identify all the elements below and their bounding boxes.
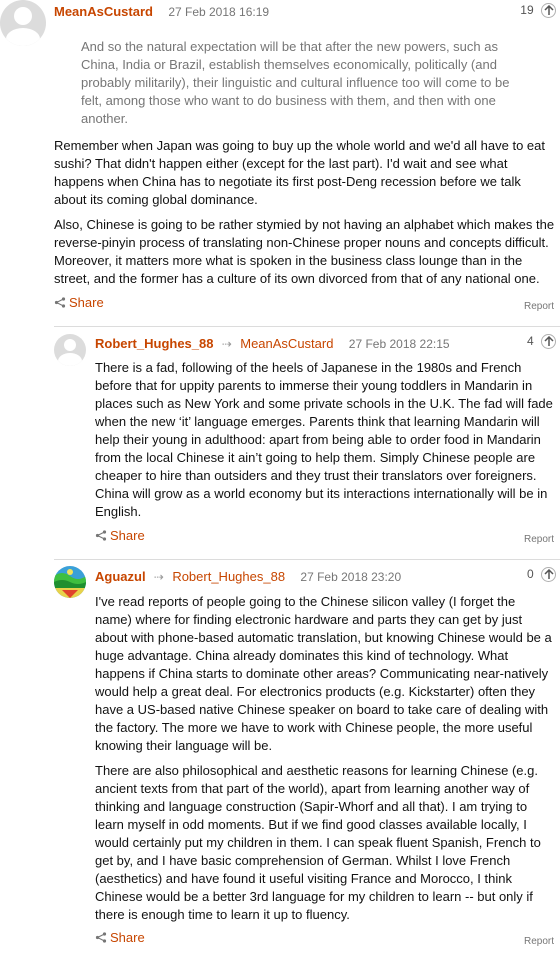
author-name[interactable]: Robert_Hughes_88 bbox=[95, 336, 213, 351]
comment-divider bbox=[54, 559, 560, 560]
comment-date[interactable]: 27 Feb 2018 22:15 bbox=[349, 337, 450, 351]
recommend-widget: 4 bbox=[526, 334, 556, 350]
reply-to-name[interactable]: Robert_Hughes_88 bbox=[172, 569, 285, 584]
up-arrow-icon[interactable] bbox=[541, 3, 556, 19]
user-avatar[interactable] bbox=[54, 334, 86, 366]
comment-meta: MeanAsCustard 27 Feb 2018 16:19 bbox=[54, 4, 269, 19]
share-label: Share bbox=[110, 528, 145, 543]
author-name[interactable]: MeanAsCustard bbox=[54, 4, 153, 19]
author-name[interactable]: Aguazul bbox=[95, 569, 146, 584]
comment-meta: Robert_Hughes_88 ⇢ MeanAsCustard 27 Feb … bbox=[95, 336, 450, 351]
share-icon bbox=[54, 297, 66, 308]
share-label: Share bbox=[110, 930, 145, 945]
report-link[interactable]: Report bbox=[524, 534, 554, 545]
user-avatar[interactable] bbox=[0, 0, 46, 46]
quoted-text: And so the natural expectation will be t… bbox=[81, 39, 510, 126]
report-link[interactable]: Report bbox=[524, 936, 554, 947]
reply-arrow-icon: ⇢ bbox=[153, 570, 164, 584]
comment-paragraph: There are also philosophical and aesthet… bbox=[95, 763, 541, 922]
up-arrow-icon[interactable] bbox=[541, 334, 556, 350]
comment-paragraph: There is a fad, following of the heels o… bbox=[95, 360, 553, 519]
recommend-widget: 19 bbox=[520, 3, 556, 19]
aguazul-avatar-icon[interactable] bbox=[54, 566, 86, 598]
share-icon bbox=[95, 530, 107, 541]
up-arrow-icon[interactable] bbox=[541, 567, 556, 583]
reply-to-name[interactable]: MeanAsCustard bbox=[240, 336, 333, 351]
recommend-count: 19 bbox=[520, 3, 534, 17]
comment-divider bbox=[54, 326, 560, 327]
comment-meta: Aguazul ⇢ Robert_Hughes_88 27 Feb 2018 2… bbox=[95, 569, 401, 584]
share-button[interactable]: Share bbox=[95, 528, 145, 543]
recommend-count: 4 bbox=[526, 334, 534, 348]
share-button[interactable]: Share bbox=[54, 295, 104, 310]
recommend-count: 0 bbox=[526, 567, 534, 581]
recommend-widget: 0 bbox=[526, 567, 556, 583]
comment-paragraph: I've read reports of people going to the… bbox=[95, 594, 552, 753]
comment-date[interactable]: 27 Feb 2018 23:20 bbox=[300, 570, 401, 584]
share-icon bbox=[95, 932, 107, 943]
comment-date[interactable]: 27 Feb 2018 16:19 bbox=[168, 5, 269, 19]
reply-arrow-icon: ⇢ bbox=[221, 337, 232, 351]
share-label: Share bbox=[69, 295, 104, 310]
report-link[interactable]: Report bbox=[524, 301, 554, 312]
share-button[interactable]: Share bbox=[95, 930, 145, 945]
comment-paragraph: Also, Chinese is going to be rather stym… bbox=[54, 217, 555, 286]
comment-paragraph: Remember when Japan was going to buy up … bbox=[54, 138, 546, 207]
